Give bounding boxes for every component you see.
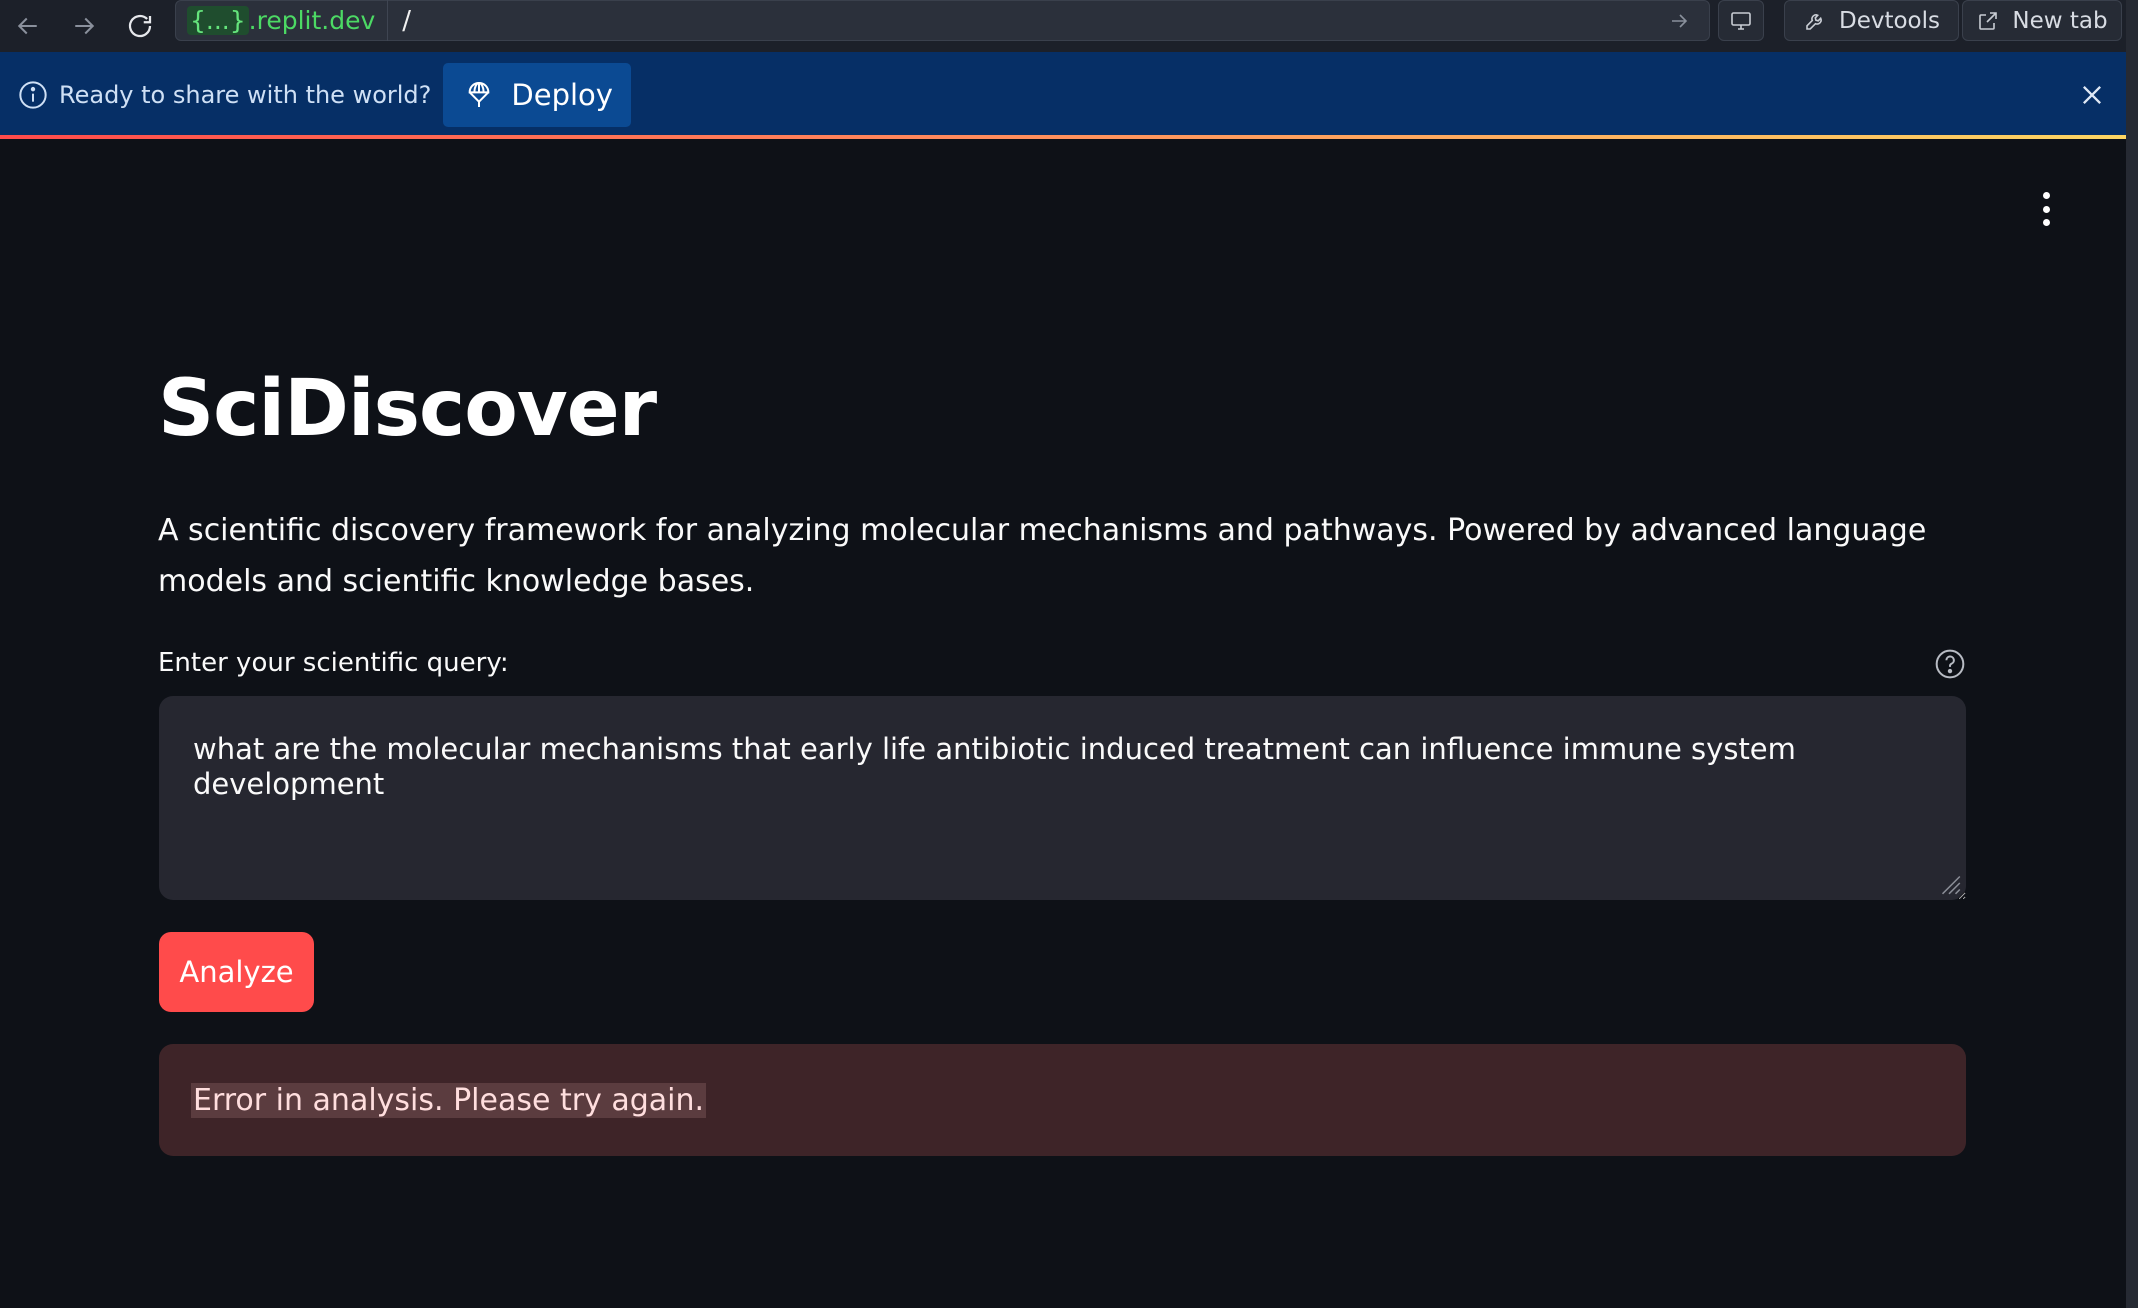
devtools-label: Devtools — [1838, 7, 1940, 34]
query-label: Enter your scientific query: — [158, 648, 509, 678]
reload-button[interactable] — [112, 0, 168, 52]
banner-message: Ready to share with the world? — [59, 81, 432, 109]
devtools-button[interactable]: Devtools — [1784, 0, 1959, 41]
monitor-icon — [1731, 11, 1751, 30]
banner-accent-line — [0, 135, 2126, 139]
error-alert: Error in analysis. Please try again. — [159, 1044, 1966, 1156]
forward-arrow-icon — [75, 17, 95, 35]
resize-grip-icon[interactable] — [1936, 870, 1962, 896]
help-icon[interactable] — [1934, 648, 1966, 680]
query-textarea[interactable]: what are the molecular mechanisms that e… — [159, 696, 1966, 900]
deploy-button[interactable]: Deploy — [443, 63, 631, 127]
deploy-banner: Ready to share with the world? Deploy — [0, 52, 2126, 138]
new-tab-label: New tab — [2012, 7, 2108, 34]
page-description: A scientific discovery framework for ana… — [158, 513, 1927, 599]
error-message: Error in analysis. Please try again. — [191, 1082, 707, 1118]
window-edge — [2126, 0, 2138, 1308]
go-arrow-icon[interactable] — [1667, 9, 1691, 33]
back-arrow-icon — [17, 17, 37, 35]
reload-icon — [128, 14, 152, 38]
url-host-domain: .replit.dev — [248, 6, 376, 35]
query-text: what are the molecular mechanisms that e… — [193, 732, 1796, 801]
wrench-icon — [1806, 13, 1822, 30]
new-tab-button[interactable]: New tab — [1962, 0, 2122, 41]
external-link-icon — [1979, 11, 1998, 30]
device-preview-button[interactable] — [1718, 0, 1764, 41]
back-button[interactable] — [0, 0, 56, 52]
url-bar[interactable]: {...} .replit.dev / — [175, 0, 1710, 41]
forward-button[interactable] — [56, 0, 112, 52]
analyze-button[interactable]: Analyze — [159, 932, 314, 1012]
close-icon[interactable] — [2078, 81, 2106, 109]
deploy-icon — [469, 81, 490, 107]
kebab-menu-icon[interactable] — [2036, 192, 2056, 226]
info-icon — [19, 81, 47, 109]
url-host-brace: {...} — [187, 6, 249, 35]
url-path: / — [402, 5, 412, 36]
url-host: {...} .replit.dev — [187, 0, 389, 41]
page-title: SciDiscover — [158, 364, 657, 454]
deploy-label: Deploy — [511, 78, 613, 112]
